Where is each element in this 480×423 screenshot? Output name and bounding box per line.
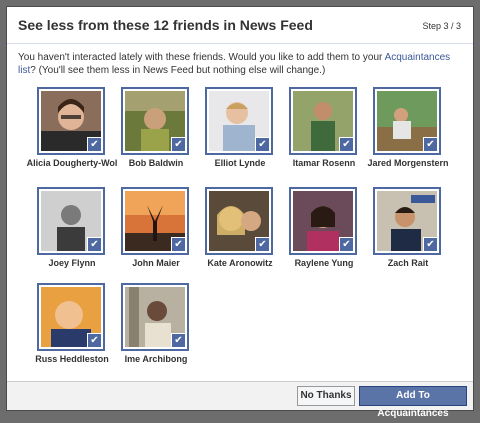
friend-name: Joey Flynn xyxy=(48,258,96,268)
checkmark-icon[interactable]: ✔ xyxy=(255,137,270,152)
profile-photo[interactable]: ✔ xyxy=(373,187,441,255)
profile-photo[interactable]: ✔ xyxy=(373,87,441,155)
checkmark-icon[interactable]: ✔ xyxy=(87,137,102,152)
friend-name: Itamar Rosenn xyxy=(292,158,356,168)
friend-name: Alicia Dougherty-Wol xyxy=(26,158,118,168)
dialog-header: See less from these 12 friends in News F… xyxy=(7,7,473,44)
profile-photo[interactable]: ✔ xyxy=(37,187,105,255)
friend-name: Zach Rait xyxy=(387,258,429,268)
profile-photo[interactable]: ✔ xyxy=(289,87,357,155)
step-indicator: Step 3 / 3 xyxy=(422,21,461,31)
no-thanks-button[interactable]: No Thanks xyxy=(297,386,355,406)
friend-name: Ime Archibong xyxy=(124,354,188,364)
friend-name: John Maier xyxy=(132,258,180,268)
dialog-title: See less from these 12 friends in News F… xyxy=(18,17,313,33)
checkmark-icon[interactable]: ✔ xyxy=(171,137,186,152)
checkmark-icon[interactable]: ✔ xyxy=(339,237,354,252)
checkmark-icon[interactable]: ✔ xyxy=(423,137,438,152)
friend-name: Elliot Lynde xyxy=(214,158,266,168)
dialog-description: You haven't interacted lately with these… xyxy=(18,51,468,77)
profile-photo[interactable]: ✔ xyxy=(37,87,105,155)
description-text-end: ? (You'll see them less in News Feed but… xyxy=(30,65,326,76)
checkmark-icon[interactable]: ✔ xyxy=(339,137,354,152)
profile-photo[interactable]: ✔ xyxy=(37,283,105,351)
checkmark-icon[interactable]: ✔ xyxy=(255,237,270,252)
friend-name: Kate Aronowitz xyxy=(207,258,273,268)
profile-photo[interactable]: ✔ xyxy=(121,283,189,351)
friend-name: Jared Morgenstern xyxy=(367,158,449,168)
acquaintances-dialog: See less from these 12 friends in News F… xyxy=(6,6,474,419)
profile-photo[interactable]: ✔ xyxy=(205,187,273,255)
friend-name: Bob Baldwin xyxy=(128,158,184,168)
checkmark-icon[interactable]: ✔ xyxy=(171,237,186,252)
profile-photo[interactable]: ✔ xyxy=(205,87,273,155)
dialog-footer: No Thanks Add To Acquaintances xyxy=(7,381,473,419)
friend-name: Russ Heddleston xyxy=(35,354,109,364)
friend-grid: ✔ Alicia Dougherty-Wol ✔ Bob Baldwin ✔ E… xyxy=(27,87,457,372)
profile-photo[interactable]: ✔ xyxy=(289,187,357,255)
checkmark-icon[interactable]: ✔ xyxy=(87,333,102,348)
friend-name: Raylene Yung xyxy=(294,258,354,268)
profile-photo[interactable]: ✔ xyxy=(121,187,189,255)
checkmark-icon[interactable]: ✔ xyxy=(423,237,438,252)
checkmark-icon[interactable]: ✔ xyxy=(171,333,186,348)
description-text: You haven't interacted lately with these… xyxy=(18,52,385,63)
profile-photo[interactable]: ✔ xyxy=(121,87,189,155)
checkmark-icon[interactable]: ✔ xyxy=(87,237,102,252)
add-to-acquaintances-button[interactable]: Add To Acquaintances xyxy=(359,386,467,419)
